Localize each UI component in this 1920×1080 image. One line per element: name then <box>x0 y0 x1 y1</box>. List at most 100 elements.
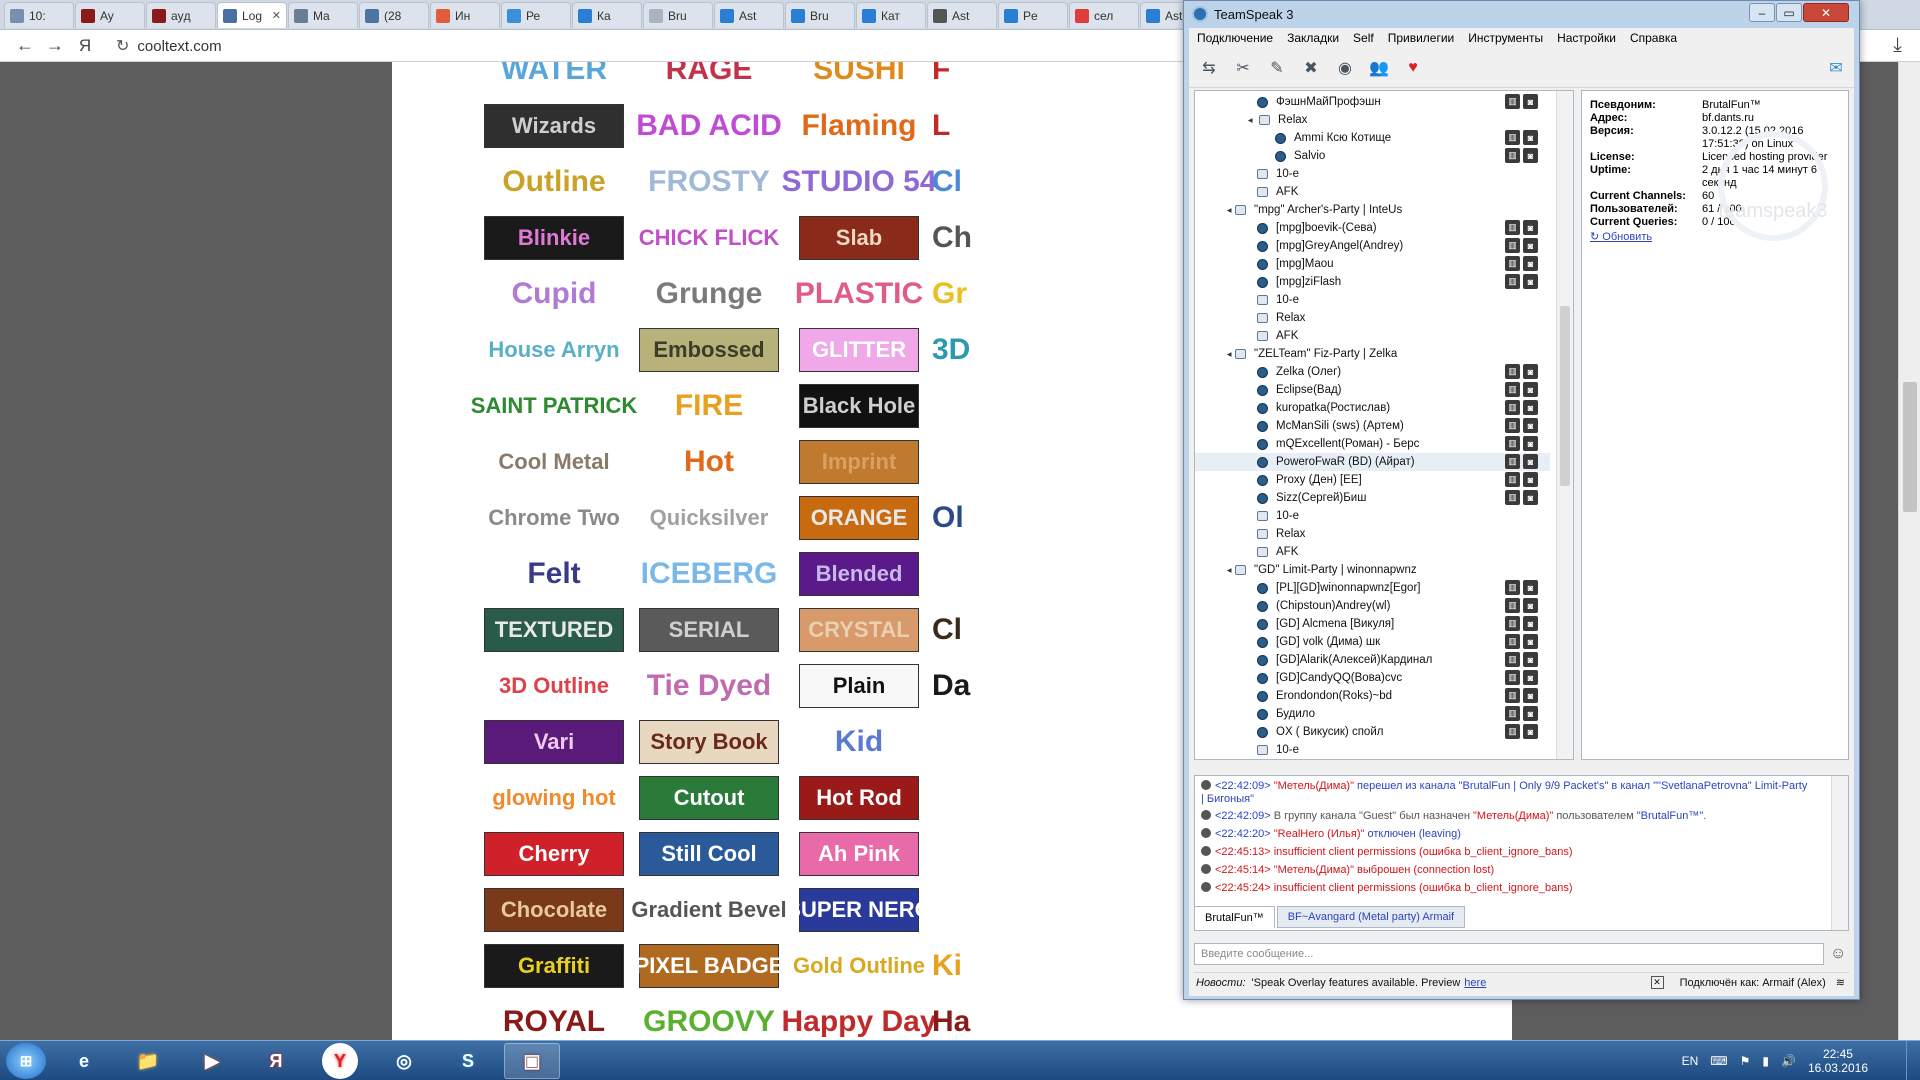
disconnect-icon[interactable]: ✂ <box>1231 56 1255 80</box>
tree-channel[interactable]: Relax <box>1195 309 1550 327</box>
back-button[interactable]: ← <box>10 31 40 61</box>
channel-tree-scrollbar[interactable] <box>1556 91 1573 759</box>
taskbar-app-button[interactable]: Я <box>248 1043 304 1079</box>
channel-tree-scrollbar-thumb[interactable] <box>1560 306 1570 486</box>
logo-tile[interactable]: 3D Outline <box>484 664 624 708</box>
news-link[interactable]: here <box>1464 977 1486 989</box>
chat-input[interactable]: Введите сообщение... <box>1194 943 1824 965</box>
logo-tile[interactable]: Black Hole <box>799 384 919 428</box>
ts-menu-item[interactable]: Привилегии <box>1388 31 1455 45</box>
tree-client[interactable]: [mpg]GreyAngel(Andrey) ▥ ◙ <box>1195 237 1550 255</box>
logo-tile[interactable]: ICEBERG <box>639 552 779 596</box>
tab-close-icon[interactable]: ✕ <box>272 9 281 22</box>
browser-tab[interactable]: ayд <box>146 2 216 28</box>
logo-tile[interactable]: Ki <box>932 944 972 988</box>
browser-tab[interactable]: Кат <box>856 2 926 28</box>
tree-client[interactable]: Salvio ▥ ◙ <box>1195 147 1550 165</box>
browser-tab[interactable]: Ast <box>927 2 997 28</box>
language-indicator[interactable]: EN <box>1682 1054 1699 1068</box>
tree-client[interactable]: ФэшнМайПрофэшн ▥ ◙ <box>1195 93 1550 111</box>
logo-tile[interactable]: Ha <box>932 1000 972 1040</box>
tree-client[interactable]: [mpg]ziFlash ▥ ◙ <box>1195 273 1550 291</box>
maximize-button[interactable]: ▭ <box>1776 3 1802 22</box>
connect-icon[interactable]: ⇆ <box>1197 56 1221 80</box>
logo-tile[interactable]: CRYSTAL <box>799 608 919 652</box>
browser-tab[interactable]: Pe <box>998 2 1068 28</box>
tree-channel[interactable]: AFK <box>1195 327 1550 345</box>
tree-channel[interactable]: ▲ Relax <box>1195 111 1550 129</box>
logo-tile[interactable]: Hot Rod <box>799 776 919 820</box>
logo-tile[interactable]: Flaming <box>799 104 919 148</box>
logo-tile[interactable]: ROYAL <box>484 1000 624 1040</box>
browser-tab[interactable]: Ast <box>714 2 784 28</box>
taskbar-app-button[interactable]: S <box>440 1043 496 1079</box>
url-text[interactable]: cooltext.com <box>137 38 221 55</box>
show-desktop-button[interactable] <box>1906 1041 1920 1080</box>
emoticon-icon[interactable]: ☺ <box>1830 945 1846 963</box>
tree-client[interactable]: [GD] volk (Дима) шк ▥ ◙ <box>1195 633 1550 651</box>
logo-tile[interactable]: TEXTURED <box>484 608 624 652</box>
tray-icon-volume[interactable]: 🔊 <box>1781 1054 1796 1068</box>
logo-tile[interactable]: Hot <box>639 440 779 484</box>
logo-tile[interactable]: Gr <box>932 272 972 316</box>
logo-tile[interactable]: F <box>932 62 972 92</box>
clock[interactable]: 22:45 16.03.2016 <box>1808 1047 1868 1075</box>
tree-expand-icon[interactable]: ▲ <box>1224 206 1233 214</box>
taskbar-app-button[interactable]: ◎ <box>376 1043 432 1079</box>
browser-tab[interactable]: Ma <box>288 2 358 28</box>
tray-icon-flag[interactable]: ⚑ <box>1740 1054 1751 1068</box>
logo-tile[interactable]: Ah Pink <box>799 832 919 876</box>
logo-tile[interactable]: PLASTIC <box>795 272 923 316</box>
page-scrollbar[interactable] <box>1898 62 1920 1040</box>
logo-tile[interactable]: FIRE <box>639 384 779 428</box>
logo-tile[interactable]: Outline <box>484 160 624 204</box>
logo-tile[interactable]: SAINT PATRICK <box>471 384 638 428</box>
logo-tile[interactable]: Chrome Two <box>484 496 624 540</box>
browser-tab[interactable]: 10: <box>4 2 74 28</box>
logo-tile[interactable]: SUSHI <box>799 62 919 92</box>
tree-client[interactable]: Будило ▥ ◙ <box>1195 705 1550 723</box>
tree-client[interactable]: Ammi Ксю Котище ▥ ◙ <box>1195 129 1550 147</box>
browser-tab[interactable]: Ay <box>75 2 145 28</box>
ts-menu-item[interactable]: Self <box>1353 31 1374 45</box>
logo-tile[interactable]: GROOVY <box>639 1000 779 1040</box>
logo-tile[interactable]: Vari <box>484 720 624 764</box>
logo-tile[interactable]: Gold Outline <box>793 944 925 988</box>
logo-tile[interactable]: Felt <box>484 552 624 596</box>
logo-tile[interactable]: Ol <box>932 496 972 540</box>
logo-tile[interactable]: Graffiti <box>484 944 624 988</box>
tree-client[interactable]: Zelka (Олег) ▥ ◙ <box>1195 363 1550 381</box>
yandex-icon[interactable]: Я <box>70 31 100 61</box>
tree-expand-icon[interactable]: ▲ <box>1224 350 1233 358</box>
tray-icon-network[interactable]: ▮ <box>1762 1054 1769 1068</box>
ts-menu-item[interactable]: Справка <box>1630 31 1677 45</box>
logo-tile[interactable]: Quicksilver <box>639 496 779 540</box>
taskbar-app-button[interactable]: ▶ <box>184 1043 240 1079</box>
tree-channel[interactable]: 10-е <box>1195 165 1550 183</box>
tree-channel[interactable]: AFK <box>1195 543 1550 561</box>
logo-tile[interactable]: FROSTY <box>639 160 779 204</box>
logo-tile[interactable]: Wizards <box>484 104 624 148</box>
tree-client[interactable]: Erondondon(Roks)~bd ▥ ◙ <box>1195 687 1550 705</box>
contacts-icon[interactable]: 👥 <box>1367 56 1391 80</box>
tree-client[interactable]: Sizz(Сергей)Биш ▥ ◙ <box>1195 489 1550 507</box>
browser-tab[interactable]: Ре <box>501 2 571 28</box>
ts-menu-item[interactable]: Подключение <box>1197 31 1273 45</box>
tree-client[interactable]: Proxy (Ден) [EE] ▥ ◙ <box>1195 471 1550 489</box>
avatar-icon[interactable]: ♥ <box>1401 56 1425 80</box>
taskbar-app-button[interactable]: ▣ <box>504 1043 560 1079</box>
logo-tile[interactable]: GLITTER <box>799 328 919 372</box>
logo-tile[interactable]: Da <box>932 664 972 708</box>
tree-client[interactable]: [GD]Alarik(Алексей)Кардинал ▥ ◙ <box>1195 651 1550 669</box>
browser-tab[interactable]: Ка <box>572 2 642 28</box>
tree-group[interactable]: ▲ "mpg" Archer's-Party | InteUs <box>1195 201 1550 219</box>
tree-expand-icon[interactable]: ▲ <box>1224 566 1233 574</box>
browser-tab[interactable]: Log ✕ <box>217 2 287 28</box>
logo-tile[interactable]: ORANGE <box>799 496 919 540</box>
logo-tile[interactable]: Gradient Bevel <box>631 888 786 932</box>
tray-icon-keyboard[interactable]: ⌨ <box>1710 1054 1727 1068</box>
logo-tile[interactable]: SUPER NERO <box>786 888 932 932</box>
logo-tile[interactable]: Cutout <box>639 776 779 820</box>
news-close-icon[interactable]: ✕ <box>1650 976 1664 989</box>
logo-tile[interactable]: SERIAL <box>639 608 779 652</box>
